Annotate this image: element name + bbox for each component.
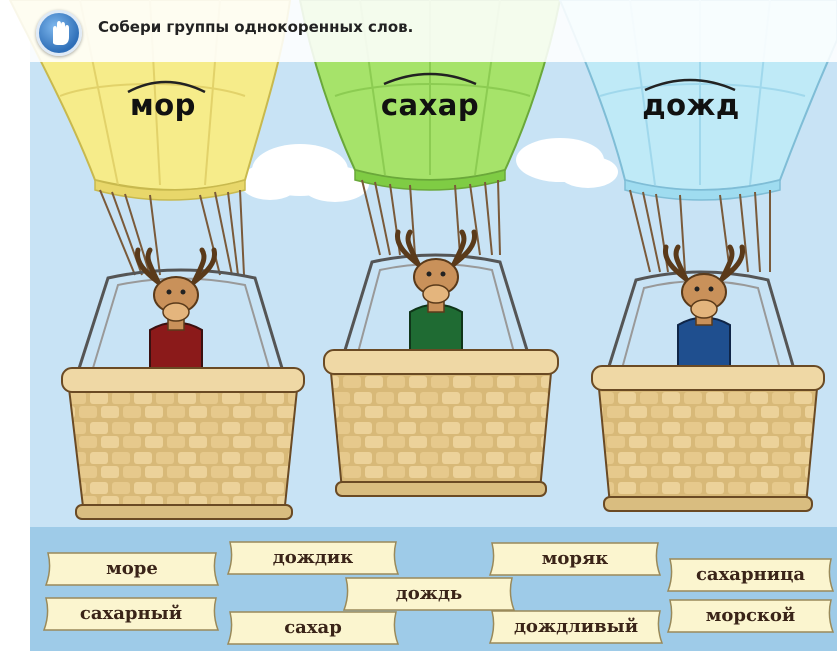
word-card[interactable]: дождик [224,538,402,578]
word-card[interactable]: моряк [486,539,664,579]
root-label-3: дожд [642,88,740,122]
root-label-1: мор [130,88,196,122]
word-card-label: дождь [395,583,463,604]
word-card-label: сахарница [695,564,806,585]
instruction-text: Собери группы однокоренных слов. [98,18,414,36]
root-label-2: сахар [380,88,480,122]
word-card[interactable]: море [42,549,222,589]
word-card-label: сахар [284,617,342,638]
hand-icon[interactable] [36,10,82,56]
game-scene: мор сахар дожд Собери группы однокоренны… [0,0,837,651]
word-card[interactable]: сахар [224,608,402,648]
word-card-label: дождливый [513,616,639,637]
word-card-label: сахарный [79,603,183,624]
word-card-label: море [106,558,158,579]
word-card-label: моряк [541,548,609,569]
instruction-bar: Собери группы однокоренных слов. [0,0,837,62]
word-card[interactable]: сахарница [664,555,837,595]
word-card[interactable]: морской [664,596,837,636]
word-card[interactable]: сахарный [40,594,222,634]
word-card-label: дождик [272,547,354,568]
word-card-label: морской [705,605,796,626]
word-card[interactable]: дождливый [486,607,666,647]
hand-icon-glyph [53,21,69,45]
